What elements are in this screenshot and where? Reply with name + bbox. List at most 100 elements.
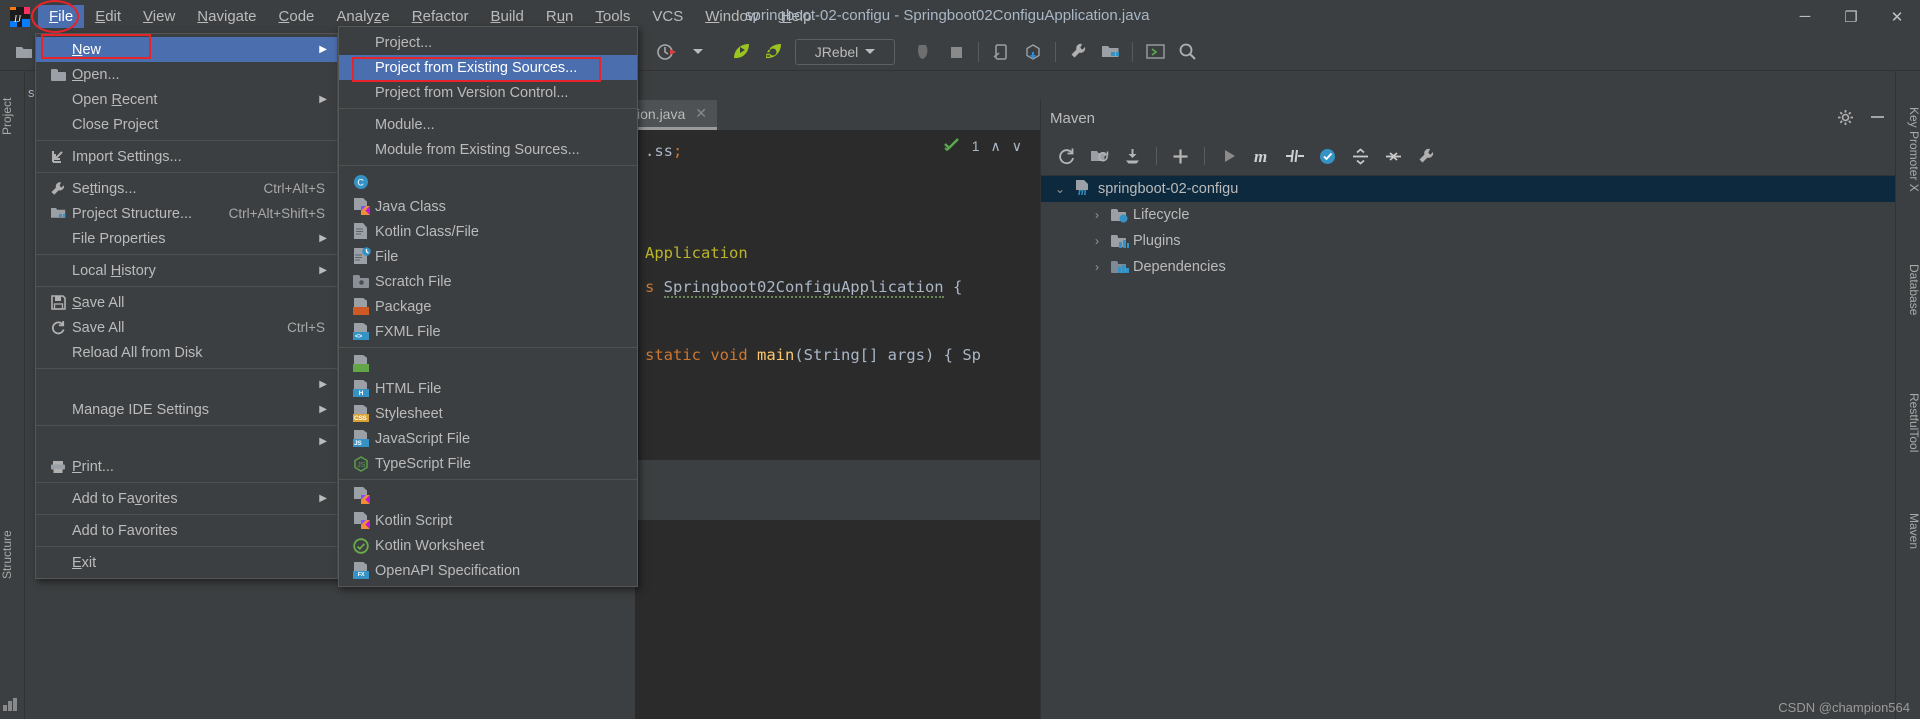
file-menu-popup[interactable]: New ▶ Open... Open Recent ▶ Close Projec… (35, 33, 338, 579)
jrebel-debug-icon[interactable] (761, 39, 787, 65)
menu-item-invalidate-caches[interactable]: Reload All from Disk (36, 340, 337, 365)
toggle-skip-tests-icon[interactable] (1279, 142, 1310, 170)
submenu-item-module-from-existing-sources[interactable]: Module from Existing Sources... (339, 137, 637, 162)
submenu-item-project[interactable]: Project... (339, 30, 637, 55)
submenu-item-javascript-file[interactable]: CSS Stylesheet (339, 401, 637, 426)
close-icon[interactable]: ✕ (695, 105, 707, 122)
chevron-down-icon[interactable]: ⌄ (1053, 182, 1067, 196)
submenu-item-fxml-file[interactable]: Package (339, 294, 637, 319)
collapse-icon[interactable] (1345, 142, 1376, 170)
close-button[interactable]: ✕ (1874, 0, 1920, 33)
submenu-item-java-class[interactable]: C (339, 169, 637, 194)
editor-tab-file[interactable]: ion.java ✕ (625, 100, 717, 130)
tree-row[interactable]: › Dependencies (1041, 254, 1895, 280)
left-tool-strip[interactable]: Project Structure (0, 71, 25, 719)
menu-vcs[interactable]: VCS (641, 5, 694, 28)
plus-icon[interactable] (1165, 142, 1196, 170)
menu-analyze[interactable]: Analyze (325, 5, 400, 28)
menu-item-project-structure[interactable]: Project Structure... Ctrl+Alt+Shift+S (36, 201, 337, 226)
submenu-item-scratch-file[interactable]: File (339, 244, 637, 269)
menu-item-power-save-mode[interactable]: Add to Favorites (36, 518, 337, 543)
open-folder-icon[interactable] (11, 39, 37, 65)
minimize-icon[interactable] (1870, 110, 1885, 127)
jrebel-run-icon[interactable] (729, 39, 755, 65)
chevron-down-icon[interactable] (685, 39, 711, 65)
menu-item-settings[interactable]: Settings... Ctrl+Alt+S (36, 176, 337, 201)
settings-wrench-icon[interactable] (1065, 39, 1091, 65)
right-tool-strip[interactable]: Key Promoter X Database RestfulTool Mave… (1895, 71, 1920, 719)
sidebar-item-structure[interactable]: Structure (0, 511, 25, 599)
chevron-right-icon[interactable]: › (1090, 234, 1104, 248)
menu-view[interactable]: View (132, 5, 186, 28)
maven-toolbar[interactable]: m (1041, 137, 1895, 176)
menu-code[interactable]: Code (268, 5, 326, 28)
menu-build[interactable]: Build (479, 5, 534, 28)
device-manager-icon[interactable] (988, 39, 1014, 65)
sidebar-item-restfultool[interactable]: RestfulTool (1896, 373, 1920, 473)
download-sources-icon[interactable] (1117, 142, 1148, 170)
gear-icon[interactable] (1837, 109, 1854, 129)
jrebel-selector[interactable]: JRebel (795, 38, 895, 65)
expand-icon[interactable] (1378, 142, 1409, 170)
menu-item-import-settings[interactable]: Import Settings... (36, 144, 337, 169)
editor-inspection-status[interactable]: 1 ∧ ∨ (943, 137, 1022, 155)
menu-item-open-recent[interactable]: Open Recent ▶ (36, 87, 337, 112)
reload-icon[interactable] (1051, 142, 1082, 170)
menu-item-file-properties[interactable]: File Properties ▶ (36, 226, 337, 251)
submenu-item-package[interactable]: Scratch File (339, 269, 637, 294)
menu-item-add-to-favorites[interactable]: Add to Favorites ▶ (36, 486, 337, 511)
prev-issue-icon[interactable]: ∧ (991, 138, 1001, 155)
maven-project-tree[interactable]: ⌄ m springboot-02-configu › Lifecycle › (1041, 176, 1895, 280)
menu-item-close-project[interactable]: Close Project (36, 112, 337, 137)
chevron-right-icon[interactable]: › (1090, 208, 1104, 222)
add-maven-projects-icon[interactable] (1084, 142, 1115, 170)
sidebar-item-database[interactable]: Database (1896, 246, 1920, 334)
chevron-right-icon[interactable]: › (1090, 260, 1104, 274)
search-icon[interactable] (1174, 39, 1200, 65)
menu-item-reload-all-from-disk[interactable]: Save All Ctrl+S (36, 315, 337, 340)
submenu-item-package-info-java[interactable]: <> FXML File (339, 319, 637, 344)
submenu-item-kotlin-class-file[interactable]: Java Class (339, 194, 637, 219)
menu-item-export[interactable]: ▶ (36, 429, 337, 454)
minimize-button[interactable]: ─ (1782, 0, 1828, 33)
menu-item-print[interactable]: Print... (36, 454, 337, 479)
submenu-item-module[interactable]: Module... (339, 112, 637, 137)
submenu-item-project-from-version-control[interactable]: Project from Version Control... (339, 80, 637, 105)
run-icon[interactable] (1213, 142, 1244, 170)
window-controls[interactable]: ─ ❐ ✕ (1782, 0, 1920, 33)
submenu-item-javafx-application[interactable]: FX OpenAPI Specification (339, 558, 637, 583)
run-with-coverage-icon[interactable] (911, 39, 937, 65)
submenu-item-openapi-specification[interactable]: Kotlin Worksheet (339, 533, 637, 558)
menu-item-manage-ide-settings[interactable]: ▶ (36, 372, 337, 397)
menu-refactor[interactable]: Refactor (401, 5, 480, 28)
menu-tools[interactable]: Tools (584, 5, 641, 28)
menu-item-save-all[interactable]: Save All (36, 290, 337, 315)
menu-item-open[interactable]: Open... (36, 62, 337, 87)
submenu-item-html-file[interactable] (339, 351, 637, 376)
stop-icon[interactable] (943, 39, 969, 65)
submenu-item-project-from-existing-sources[interactable]: Project from Existing Sources... (339, 55, 637, 80)
ide-status-icon[interactable] (2, 697, 24, 717)
menu-file[interactable]: FFileile (38, 5, 85, 28)
menu-edit[interactable]: Edit (84, 5, 132, 28)
tree-row[interactable]: › Plugins (1041, 228, 1895, 254)
menu-run[interactable]: Run (535, 5, 585, 28)
submenu-item-kotlin-script[interactable] (339, 483, 637, 508)
sidebar-item-project[interactable]: Project (0, 81, 25, 151)
execute-maven-goal-icon[interactable]: m (1246, 142, 1277, 170)
submenu-item-typescript-file[interactable]: JS JavaScript File (339, 426, 637, 451)
menu-item-new-projects-settings[interactable]: Manage IDE Settings ▶ (36, 397, 337, 422)
profiles-icon[interactable] (1312, 142, 1343, 170)
menu-navigate[interactable]: Navigate (186, 5, 267, 28)
menu-item-local-history[interactable]: Local History ▶ (36, 258, 337, 283)
submenu-item-stylesheet[interactable]: H HTML File (339, 376, 637, 401)
submenu-item-package-json-file[interactable]: JS TypeScript File (339, 451, 637, 476)
code-editor[interactable]: .ss; Application s Springboot02ConfiguAp… (635, 130, 1040, 460)
sidebar-item-maven[interactable]: Maven (1896, 496, 1920, 566)
sync-gradle-icon[interactable] (1020, 39, 1046, 65)
sidebar-item-key-promoter-x[interactable]: Key Promoter X (1896, 89, 1920, 209)
tree-row[interactable]: › Lifecycle (1041, 202, 1895, 228)
tree-row[interactable]: ⌄ m springboot-02-configu (1041, 176, 1895, 202)
run-console-icon[interactable] (1142, 39, 1168, 65)
menu-item-exit[interactable]: Exit (36, 550, 337, 575)
